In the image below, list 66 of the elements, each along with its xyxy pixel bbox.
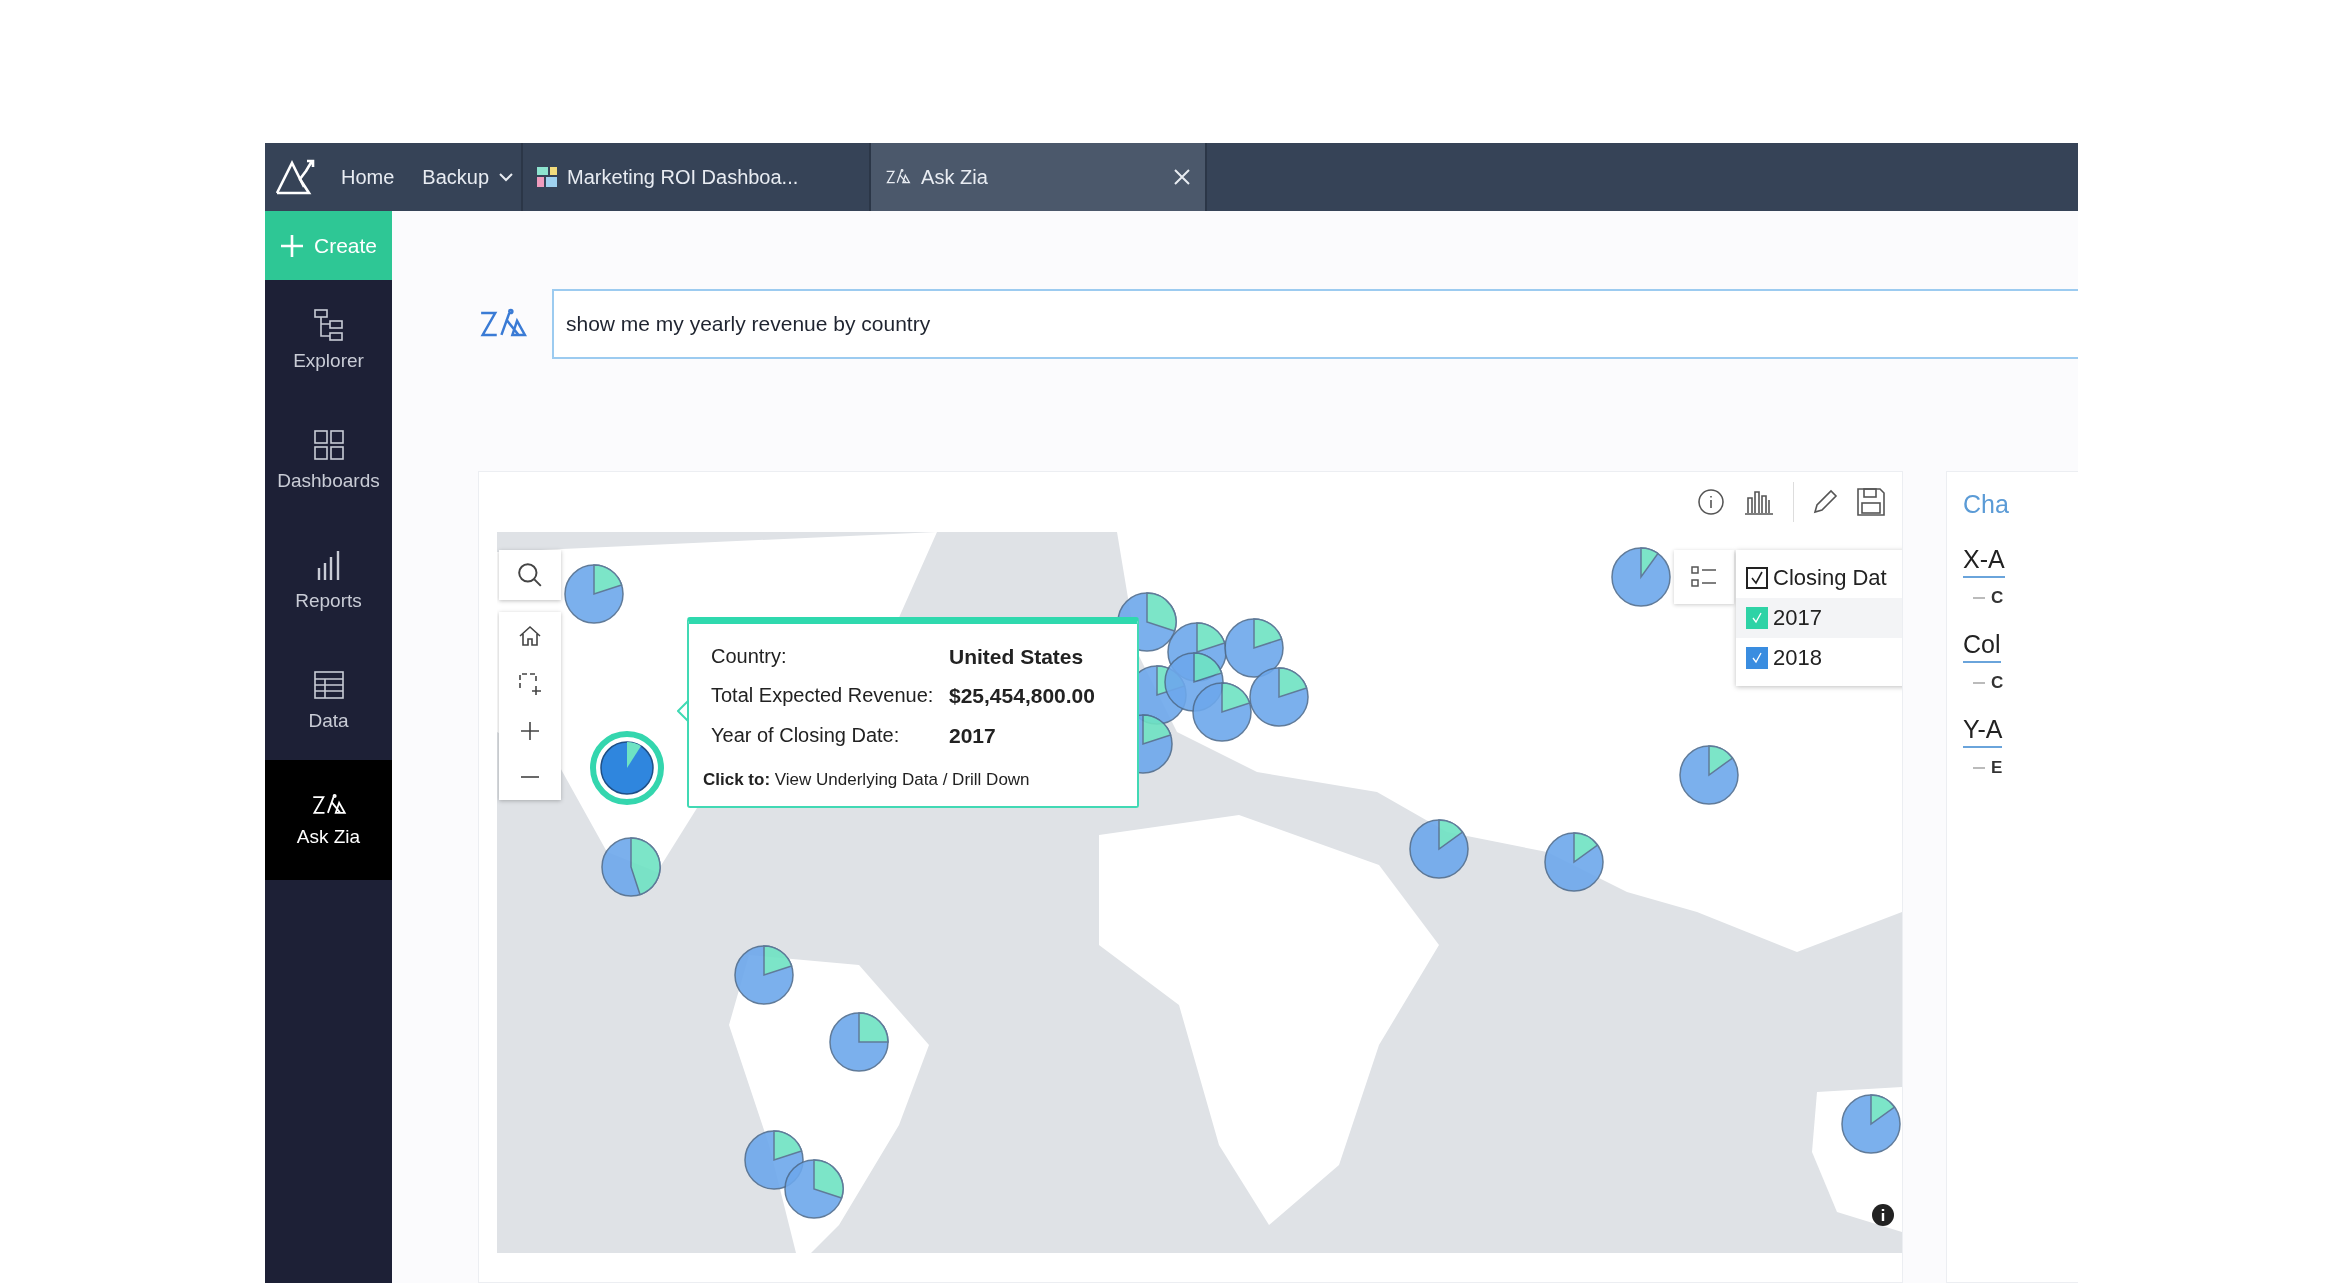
pie-marker[interactable] — [734, 945, 794, 1005]
search-icon — [517, 562, 543, 588]
bar-chart-icon[interactable] — [1743, 488, 1775, 516]
legend-toggle-button[interactable] — [1674, 550, 1734, 604]
legend-title: Closing Dat — [1773, 565, 1887, 591]
legend-label: 2018 — [1773, 645, 1822, 671]
tooltip-value: 2017 — [949, 722, 997, 749]
tooltip-hint: Click to: View Underlying Data / Drill Down — [703, 770, 1031, 791]
tab[interactable]: Ask Zia — [869, 143, 1208, 211]
sidebar-item[interactable]: Ask Zia — [265, 760, 392, 880]
pie-marker[interactable] — [1544, 832, 1604, 892]
dashboard-icon — [537, 167, 558, 187]
tooltip-label: Year of Closing Date: — [711, 722, 901, 748]
pie-marker[interactable] — [1409, 819, 1469, 879]
tooltip-label: Total Expected Revenue: — [711, 683, 935, 709]
checkbox[interactable] — [1746, 647, 1768, 669]
check-icon — [1750, 571, 1764, 585]
tooltip-value: United States — [949, 644, 1085, 670]
panel-title: Cha — [1963, 490, 2010, 519]
section-heading: X-A — [1963, 545, 2005, 578]
sidebar-item[interactable]: Reports — [265, 520, 392, 640]
zia-logo-icon — [885, 168, 912, 186]
pie-marker[interactable] — [829, 1012, 889, 1072]
pie-marker[interactable] — [784, 1159, 844, 1219]
legend-label: 2017 — [1773, 605, 1822, 631]
section-heading: Col — [1963, 630, 2001, 663]
pencil-icon[interactable] — [1812, 489, 1838, 515]
pie-marker[interactable] — [1192, 682, 1252, 742]
sidebar-item[interactable]: Explorer — [265, 280, 392, 400]
info-icon[interactable] — [1697, 488, 1725, 516]
info-icon[interactable] — [1871, 1203, 1895, 1227]
table-icon — [311, 668, 346, 702]
pie-marker[interactable] — [1611, 547, 1671, 607]
tab[interactable]: Backup — [408, 143, 522, 211]
sidebar-item[interactable]: Data — [265, 640, 392, 760]
field-item: C — [1991, 588, 2004, 608]
pie-marker[interactable] — [1249, 667, 1309, 727]
section-heading: Y-A — [1963, 715, 2003, 748]
query-text: show me my yearly revenue by country — [566, 312, 931, 336]
selection-icon — [518, 672, 542, 696]
plus-icon — [519, 720, 541, 742]
chevron-down-icon — [499, 172, 514, 182]
tooltip-value: $25,454,800.00 — [949, 683, 1096, 710]
hierarchy-icon — [311, 308, 346, 342]
check-icon — [1751, 612, 1763, 624]
checkbox[interactable] — [1746, 567, 1768, 589]
home-icon — [518, 624, 542, 648]
tab[interactable]: Home — [327, 143, 409, 211]
pie-marker[interactable] — [1679, 745, 1739, 805]
grid-icon — [311, 428, 346, 462]
tooltip-label: Country: — [711, 644, 788, 669]
field-item: C — [1991, 673, 2004, 693]
query-field[interactable]: show me my yearly revenue by country — [552, 289, 2078, 359]
plus-icon — [280, 233, 304, 258]
save-icon[interactable] — [1856, 487, 1886, 517]
field-item: E — [1991, 758, 2003, 778]
close-icon[interactable] — [1173, 168, 1192, 186]
minus-icon — [519, 776, 541, 778]
list-icon — [1691, 565, 1717, 589]
pie-marker[interactable] — [1224, 618, 1284, 678]
check-icon — [1751, 652, 1763, 664]
sidebar-item[interactable]: Dashboards — [265, 400, 392, 520]
pie-marker[interactable] — [564, 564, 624, 624]
pie-marker[interactable] — [601, 837, 661, 897]
checkbox[interactable] — [1746, 607, 1768, 629]
pie-marker[interactable] — [1841, 1094, 1901, 1154]
